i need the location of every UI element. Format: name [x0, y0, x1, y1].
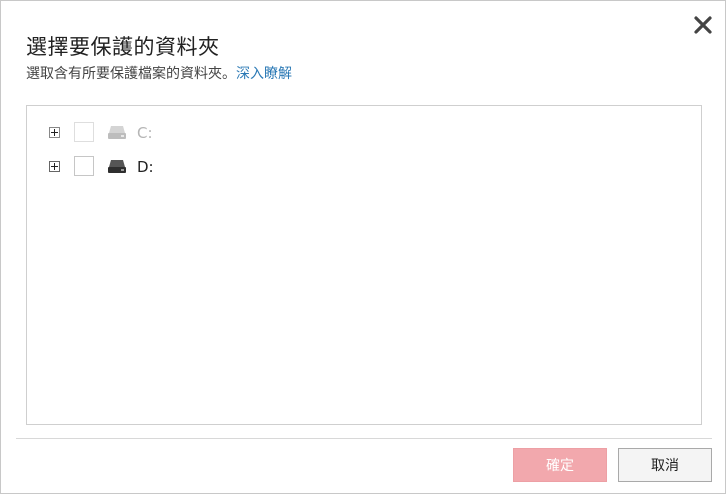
dialog-subtitle: 選取含有所要保護檔案的資料夾。深入瞭解 [26, 63, 292, 83]
folder-tree[interactable]: C: D: [26, 105, 702, 425]
learn-more-link[interactable]: 深入瞭解 [236, 66, 292, 82]
drive-label: D: [137, 158, 154, 176]
dialog-title: 選擇要保護的資料夾 [26, 35, 220, 59]
subtitle-text: 選取含有所要保護檔案的資料夾。 [26, 66, 236, 82]
close-icon [694, 16, 712, 34]
hard-drive-icon [108, 160, 126, 173]
footer-divider [16, 438, 712, 439]
checkbox-drive-c[interactable] [74, 122, 94, 142]
tree-item-drive-d[interactable]: D: [27, 154, 701, 180]
expand-icon[interactable] [49, 161, 60, 172]
tree-item-drive-c[interactable]: C: [27, 120, 701, 146]
close-button[interactable] [691, 13, 715, 37]
select-folders-dialog: 選擇要保護的資料夾 選取含有所要保護檔案的資料夾。深入瞭解 C: D: 確定 取… [0, 0, 726, 494]
drive-label: C: [137, 124, 153, 142]
ok-button[interactable]: 確定 [513, 448, 607, 482]
expand-icon[interactable] [49, 127, 60, 138]
hard-drive-icon [108, 126, 126, 139]
cancel-button[interactable]: 取消 [618, 448, 712, 482]
checkbox-drive-d[interactable] [74, 156, 94, 176]
